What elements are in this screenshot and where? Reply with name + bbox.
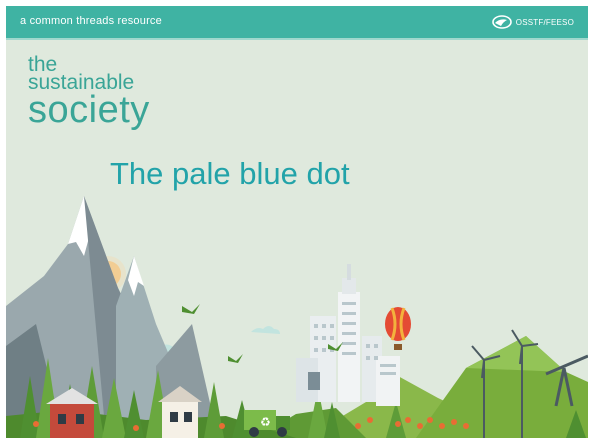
city-buildings: [296, 264, 400, 406]
svg-text:♻: ♻: [260, 415, 271, 429]
slide: a common threads resource OSSTF/FEESO th…: [6, 6, 588, 438]
hot-air-balloon-icon: [385, 307, 411, 350]
landscape-illustration: ♻: [6, 196, 588, 438]
